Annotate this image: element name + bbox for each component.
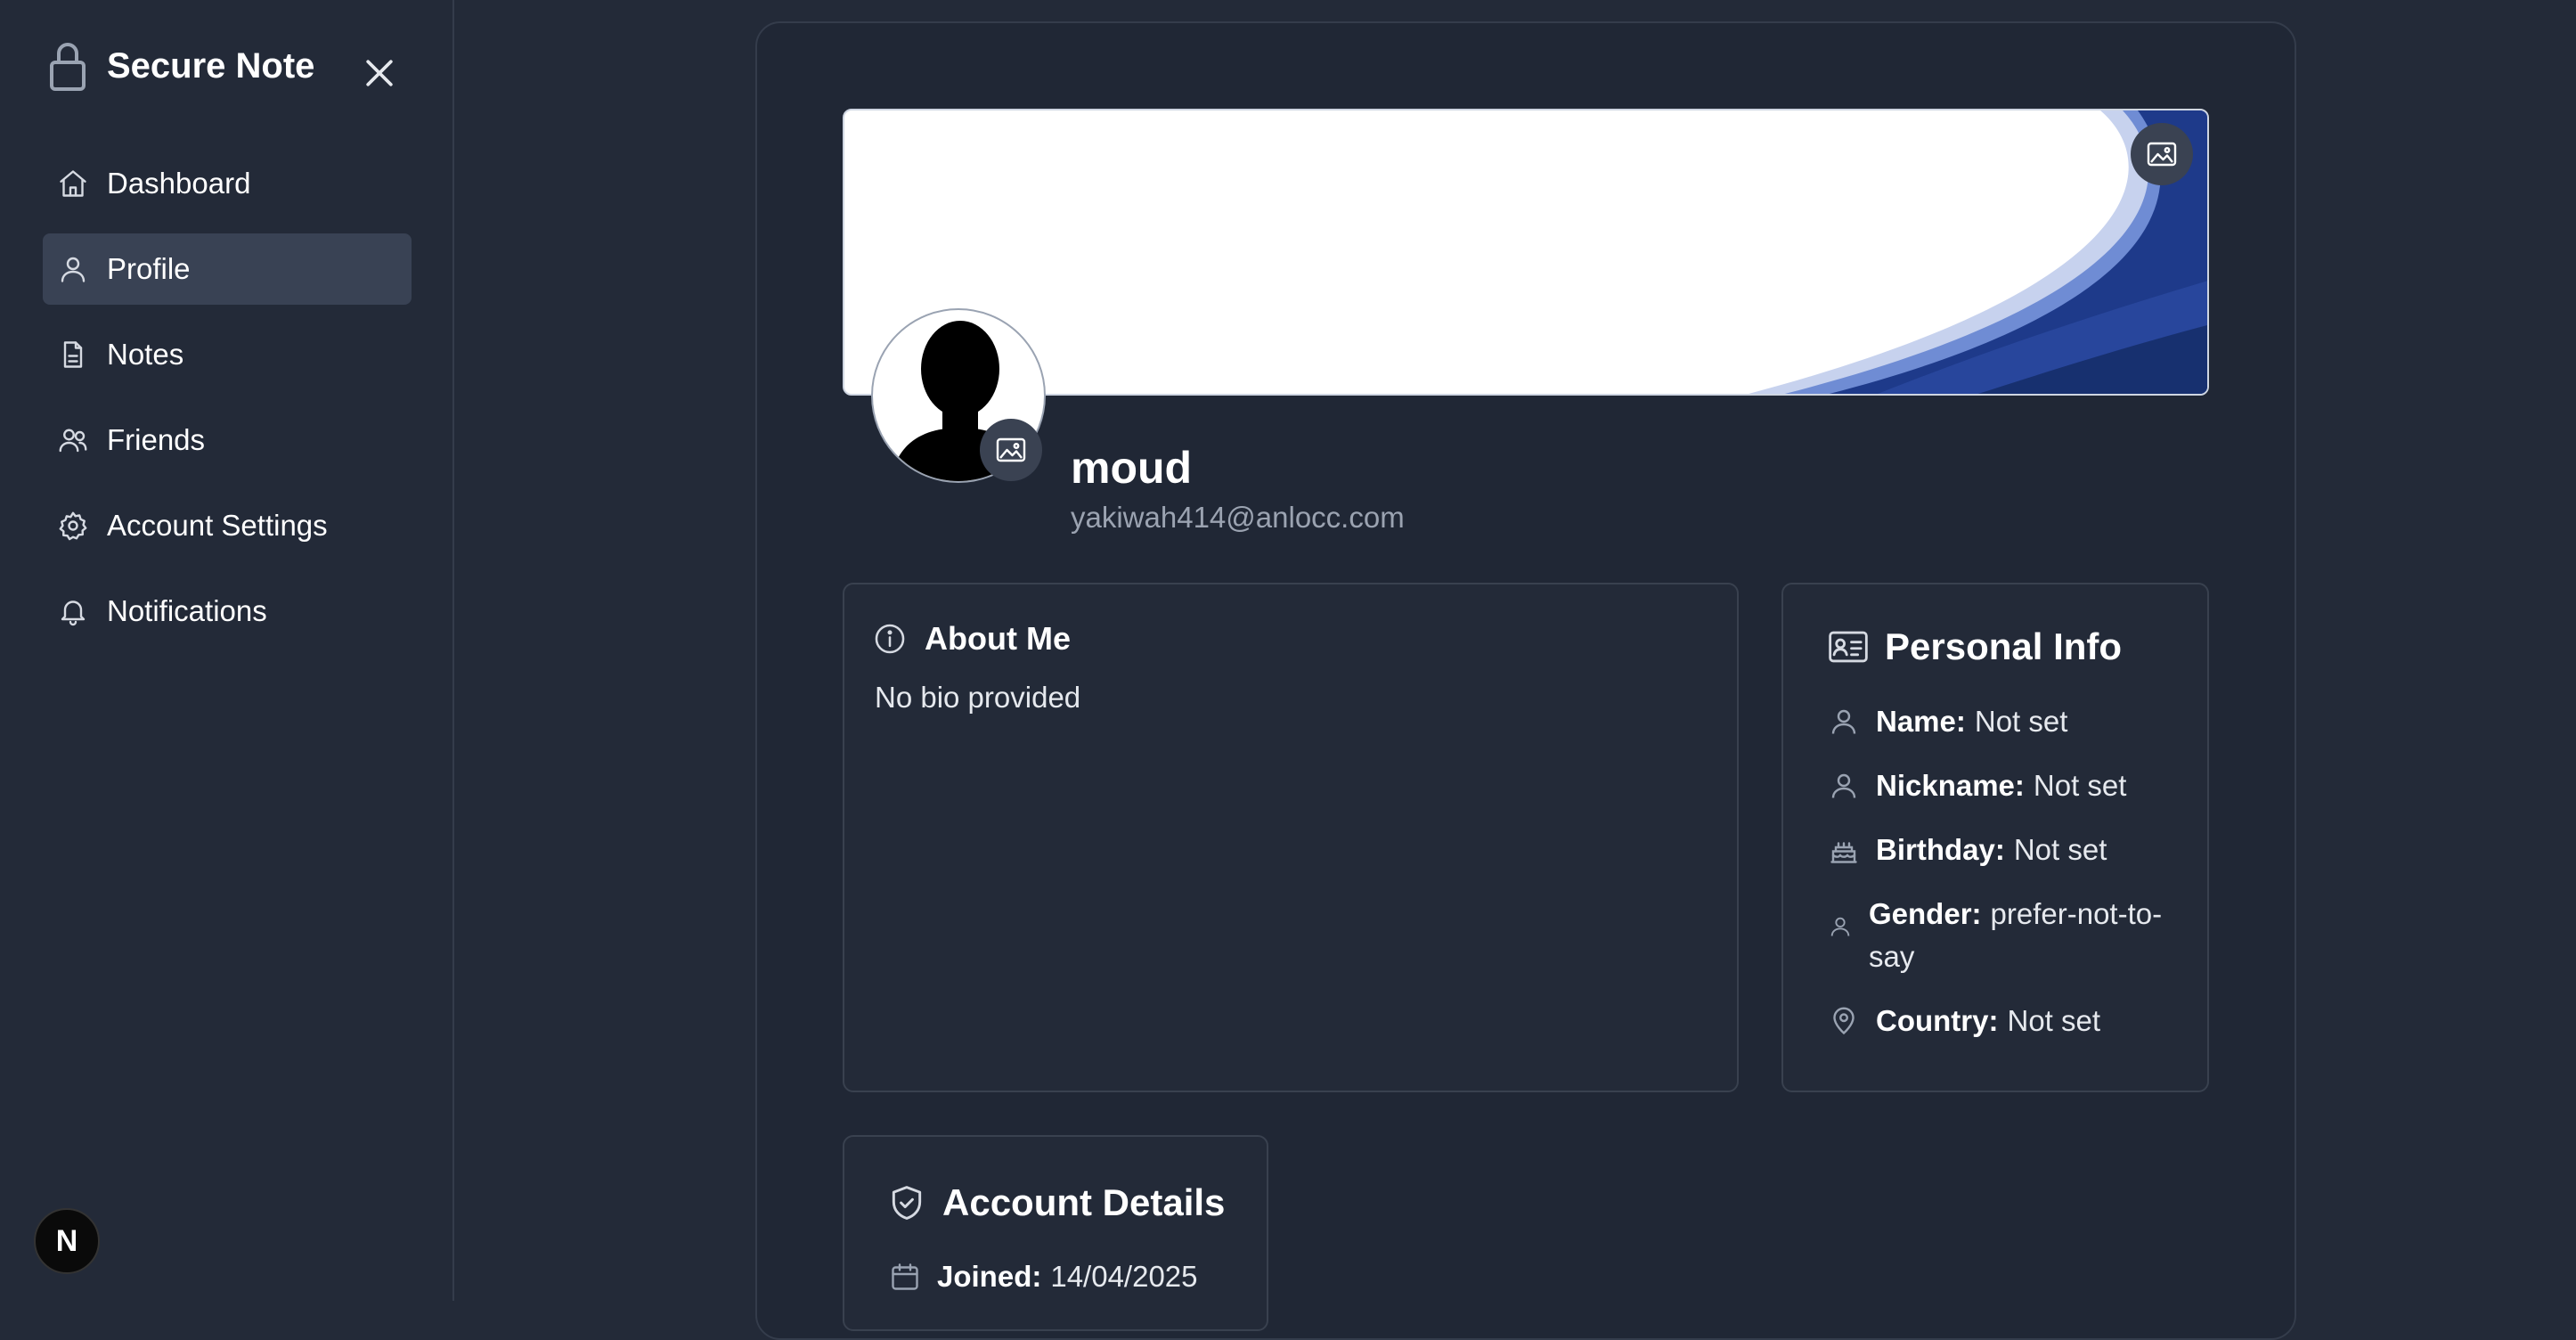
bell-icon [61,601,86,626]
account-details-title: Account Details [942,1181,1226,1223]
sidebar-nav: Dashboard Profile Notes Friends Account … [43,148,412,661]
info-row-nickname: Nickname: Not set [1828,764,2126,807]
sidebar-item-friends[interactable]: Friends [43,404,412,476]
badge-letter: N [55,1223,78,1258]
gear-icon [59,511,87,541]
info-label: Gender: [1869,897,1982,930]
app-title: Secure Note [107,45,315,86]
close-icon[interactable] [360,53,399,93]
map-pin-icon [1833,1007,1855,1035]
account-details-heading: Account Details [887,1181,1225,1224]
user-icon [1830,917,1850,936]
lock-icon [50,43,86,91]
home-icon [60,170,86,197]
personal-info-heading: Personal Info [1828,625,2122,668]
user-icon [1831,709,1856,734]
sidebar-item-profile[interactable]: Profile [43,233,412,305]
profile-username: moud [1071,443,1193,493]
info-row-gender: Gender: prefer-not-to-say [1828,893,2175,978]
cake-icon [1830,842,1857,863]
sidebar-item-label: Account Settings [107,509,328,542]
joined-value: 14/04/2025 [1050,1260,1198,1293]
cover-image [843,109,2209,396]
info-label: Birthday: [1876,833,2005,866]
about-me-title: About Me [925,620,1071,657]
about-me-heading: About Me [873,620,1071,658]
profile-email: yakiwah414@anlocc.com [1071,501,1405,534]
edit-avatar-button[interactable] [980,419,1042,481]
sidebar-item-notes[interactable]: Notes [43,319,412,390]
sidebar-item-label: Dashboard [107,167,251,200]
calendar-icon [892,1263,918,1290]
personal-info-title: Personal Info [1885,625,2123,667]
info-value: Not set [2007,1004,2101,1037]
info-icon [875,624,905,654]
brand: Secure Note [46,39,314,93]
about-me-panel: About Me No bio provided [843,583,1739,1092]
file-text-icon [63,341,83,368]
info-label: Name: [1876,705,1966,738]
sidebar-item-account-settings[interactable]: Account Settings [43,490,412,561]
info-row-country: Country: Not set [1828,1000,2100,1042]
id-card-icon [1829,631,1868,663]
sidebar-item-dashboard[interactable]: Dashboard [43,148,412,219]
user-icon [1831,773,1856,798]
joined-row: Joined: 14/04/2025 [889,1260,1198,1294]
personal-info-panel: Personal Info Name: Not set Nickname: Not … [1781,583,2209,1092]
sidebar: Secure Note Dashboard Profile Notes Frie… [0,0,454,1301]
account-details-panel: Account Details Joined: 14/04/2025 [843,1135,1268,1331]
sidebar-item-label: Notes [107,338,184,371]
info-value: Not set [2033,769,2127,802]
info-row-name: Name: Not set [1828,700,2067,743]
image-icon [996,437,1026,462]
info-label: Nickname: [1876,769,2025,802]
user-icon [61,257,86,282]
bio-text: No bio provided [875,681,1081,714]
info-row-birthday: Birthday: Not set [1828,829,2107,871]
image-icon [2147,142,2177,167]
nextjs-badge[interactable]: N [34,1208,100,1274]
info-value: Not set [1974,705,2068,738]
info-label: Country: [1876,1004,1999,1037]
users-icon [59,429,87,453]
shield-check-icon [892,1186,922,1220]
cover-wave-graphic [1748,110,2207,394]
sidebar-item-notifications[interactable]: Notifications [43,576,412,647]
joined-label: Joined: [937,1260,1042,1293]
sidebar-item-label: Profile [107,252,191,285]
sidebar-item-label: Friends [107,423,206,456]
sidebar-item-label: Notifications [107,594,267,627]
edit-cover-button[interactable] [2131,123,2193,185]
info-value: Not set [2013,833,2107,866]
